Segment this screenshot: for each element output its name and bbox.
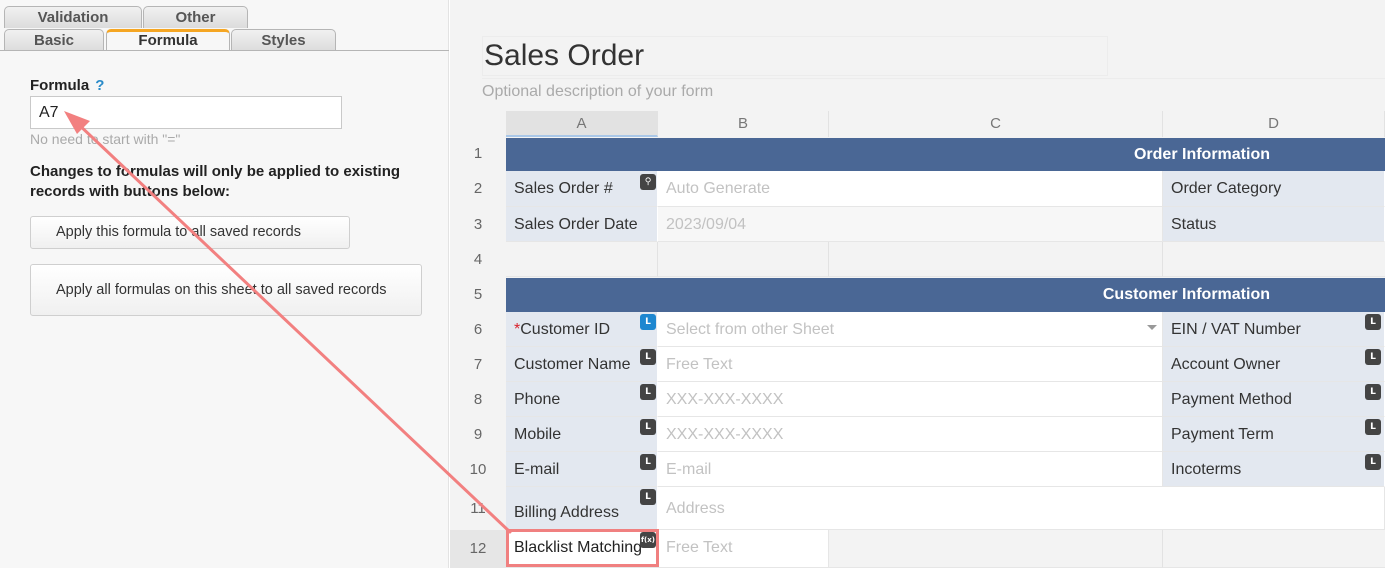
field-settings-panel: Validation Other Basic Formula Styles Fo… xyxy=(0,0,449,568)
tab-validation[interactable]: Validation xyxy=(4,6,142,28)
row-number[interactable]: 8 xyxy=(450,382,506,417)
email-label[interactable]: E-mail xyxy=(506,452,658,487)
customer-name-field[interactable]: Free Text xyxy=(658,347,1163,382)
link-icon: L xyxy=(640,419,656,435)
highlight-box xyxy=(506,529,659,567)
empty-cell[interactable] xyxy=(829,242,1163,277)
column-header-b[interactable]: B xyxy=(658,111,829,137)
formula-note: Changes to formulas will only be applied… xyxy=(30,163,401,200)
section-header-customer-information[interactable]: Customer Information xyxy=(506,278,1385,312)
apply-all-formulas-button[interactable]: Apply all formulas on this sheet to all … xyxy=(30,264,422,316)
row-number[interactable]: 5 xyxy=(450,277,506,312)
row-number[interactable]: 10 xyxy=(450,452,506,487)
incoterms-label[interactable]: Incoterms xyxy=(1163,452,1385,487)
payment-term-label[interactable]: Payment Term xyxy=(1163,417,1385,452)
sales-order-number-label[interactable]: Sales Order # xyxy=(506,171,658,207)
form-description[interactable]: Optional description of your form xyxy=(482,78,1385,105)
apply-formula-button[interactable]: Apply this formula to all saved records xyxy=(30,216,350,249)
customer-id-select[interactable]: Select from other Sheet xyxy=(658,312,1163,347)
row-number[interactable]: 2 xyxy=(450,171,506,207)
empty-cell[interactable] xyxy=(658,242,829,277)
link-icon: L xyxy=(640,489,656,505)
empty-cell[interactable] xyxy=(506,242,658,277)
customer-id-label[interactable]: *Customer ID xyxy=(506,312,658,347)
formula-hint: No need to start with "=" xyxy=(30,131,181,147)
blacklist-matching-field[interactable]: Free Text xyxy=(658,530,829,568)
row-number[interactable]: 9 xyxy=(450,417,506,452)
empty-cell[interactable] xyxy=(829,530,1163,568)
email-field[interactable]: E-mail xyxy=(658,452,1163,487)
row-number[interactable]: 11 xyxy=(450,487,506,530)
tab-other[interactable]: Other xyxy=(143,6,248,28)
section-header-order-information[interactable]: Order Information xyxy=(506,138,1385,171)
sales-order-date-label[interactable]: Sales Order Date xyxy=(506,207,658,242)
payment-method-label[interactable]: Payment Method xyxy=(1163,382,1385,417)
empty-cell[interactable] xyxy=(1163,242,1385,277)
sales-order-number-field[interactable]: Auto Generate xyxy=(658,171,1163,207)
row-number[interactable]: 1 xyxy=(450,137,506,171)
formula-input[interactable] xyxy=(30,96,342,129)
mobile-field[interactable]: XXX-XXX-XXXX xyxy=(658,417,1163,452)
help-icon[interactable]: ? xyxy=(95,77,104,94)
column-header-c[interactable]: C xyxy=(829,111,1163,137)
link-icon: L xyxy=(640,454,656,470)
link-icon: L xyxy=(1365,349,1381,365)
row-number[interactable]: 6 xyxy=(450,312,506,347)
link-icon: L xyxy=(1365,419,1381,435)
tabs-divider xyxy=(0,50,449,51)
customer-name-label[interactable]: Customer Name xyxy=(506,347,658,382)
chevron-down-icon[interactable] xyxy=(1147,325,1157,330)
phone-field[interactable]: XXX-XXX-XXXX xyxy=(658,382,1163,417)
account-owner-label[interactable]: Account Owner xyxy=(1163,347,1385,382)
link-icon: L xyxy=(640,384,656,400)
key-icon: ⚲ xyxy=(640,174,656,190)
billing-address-label[interactable]: Billing Address xyxy=(506,487,658,530)
link-icon: L xyxy=(1365,314,1381,330)
empty-cell[interactable] xyxy=(1163,530,1385,568)
link-icon: L xyxy=(640,314,656,330)
formula-label-text: Formula xyxy=(30,77,90,94)
status-label[interactable]: Status xyxy=(1163,207,1385,242)
link-icon: L xyxy=(1365,454,1381,470)
row-number[interactable]: 3 xyxy=(450,207,506,242)
tab-formula[interactable]: Formula xyxy=(106,29,230,51)
order-category-label[interactable]: Order Category xyxy=(1163,171,1385,207)
link-icon: L xyxy=(1365,384,1381,400)
row-number[interactable]: 12 xyxy=(450,530,506,568)
formula-label: Formula? xyxy=(30,77,104,94)
billing-address-label-text: Billing Address xyxy=(514,504,619,521)
billing-address-field[interactable]: Address xyxy=(658,487,1385,530)
ein-vat-label[interactable]: EIN / VAT Number xyxy=(1163,312,1385,347)
row-number[interactable]: 7 xyxy=(450,347,506,382)
form-title[interactable]: Sales Order xyxy=(482,36,1108,76)
column-header-d[interactable]: D xyxy=(1163,111,1385,137)
tab-basic[interactable]: Basic xyxy=(4,29,104,51)
phone-label[interactable]: Phone xyxy=(506,382,658,417)
customer-id-label-text: Customer ID xyxy=(520,321,611,338)
row-number[interactable]: 4 xyxy=(450,242,506,277)
sales-order-date-field[interactable]: 2023/09/04 xyxy=(658,207,1163,242)
link-icon: L xyxy=(640,349,656,365)
tab-styles[interactable]: Styles xyxy=(231,29,336,51)
column-header-a[interactable]: A xyxy=(506,111,658,137)
mobile-label[interactable]: Mobile xyxy=(506,417,658,452)
